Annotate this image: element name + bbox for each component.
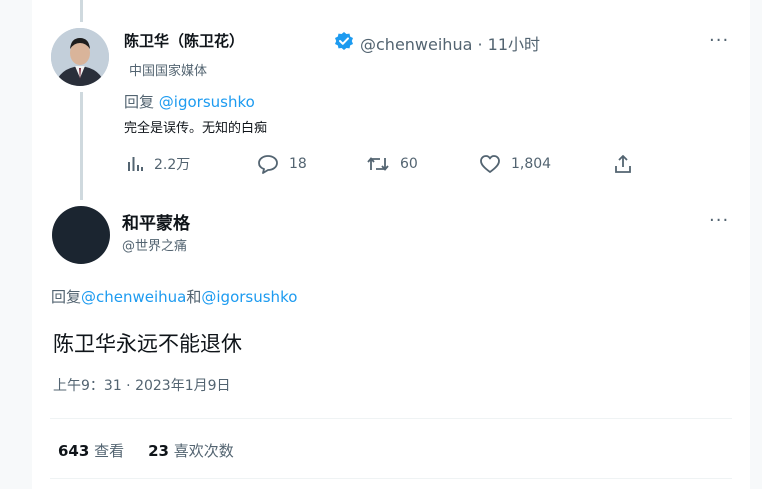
verified-badge-icon xyxy=(334,31,354,51)
parent-reply-context: 回复 @igorsushko xyxy=(124,91,255,112)
reply-mention-link[interactable]: @igorsushko xyxy=(159,93,255,111)
avatar-heping[interactable] xyxy=(52,206,110,264)
tweet-stats: 643 查看 23 喜欢次数 xyxy=(58,440,234,461)
share-icon xyxy=(615,155,631,173)
views-count: 2.2万 xyxy=(154,157,191,173)
reply-count: 18 xyxy=(289,156,307,172)
likes-stat[interactable]: 23 喜欢次数 xyxy=(148,442,234,460)
likes-stat-count: 23 xyxy=(148,442,169,460)
retweet-icon xyxy=(367,157,389,171)
parent-handle-time[interactable]: @chenweihua · 11小时 xyxy=(360,31,540,55)
divider xyxy=(50,418,732,419)
reply-prefix: 回复 xyxy=(124,93,155,111)
main-tweet-text: 陈卫华永远不能退休 xyxy=(53,332,242,356)
thread-line xyxy=(80,92,83,200)
reply-mention-chenweihua[interactable]: @chenweihua xyxy=(81,288,186,306)
likes-stat-label: 喜欢次数 xyxy=(173,442,234,460)
heart-icon xyxy=(480,155,500,173)
parent-tweet-text: 完全是误传。无知的白痴 xyxy=(124,121,268,136)
retweet-button[interactable]: 60 xyxy=(366,154,418,174)
reply-bubble-icon xyxy=(258,155,278,174)
views-button[interactable]: 2.2万 xyxy=(126,154,190,174)
tweet-timestamp[interactable]: 上午9：31 · 2023年1月9日 xyxy=(53,375,231,395)
more-options-icon[interactable]: ··· xyxy=(709,30,729,51)
main-reply-context: 回复@chenweihua和@igorsushko xyxy=(51,286,297,307)
parent-handle[interactable]: @chenweihua xyxy=(360,35,472,54)
avatar-portrait xyxy=(51,28,109,86)
divider-bottom xyxy=(50,478,732,479)
parent-display-name[interactable]: 陈卫华（陈卫花） xyxy=(124,30,244,51)
views-chart-icon xyxy=(128,157,143,171)
views-stat-label: 查看 xyxy=(94,442,125,460)
views-stat[interactable]: 643 查看 xyxy=(58,442,124,460)
retweet-count: 60 xyxy=(400,156,418,172)
main-reply-prefix: 回复 xyxy=(51,288,82,306)
like-count: 1,804 xyxy=(511,156,552,172)
more-options-icon-main[interactable]: ··· xyxy=(709,210,729,231)
thread-line-top xyxy=(80,0,83,22)
main-handle[interactable]: @世界之痛 xyxy=(122,235,187,254)
reply-button[interactable]: 18 xyxy=(257,154,307,174)
avatar-chenweihua[interactable] xyxy=(51,28,109,86)
parent-time-ago[interactable]: · 11小时 xyxy=(477,35,540,54)
reply-conjunction: 和 xyxy=(186,288,202,306)
views-stat-count: 643 xyxy=(58,442,90,460)
reply-mention-igorsushko[interactable]: @igorsushko xyxy=(201,288,297,306)
state-media-label: 中国国家媒体 xyxy=(129,64,208,79)
main-display-name[interactable]: 和平蒙格 xyxy=(122,209,190,234)
share-button[interactable] xyxy=(613,154,643,174)
like-button[interactable]: 1,804 xyxy=(479,154,551,174)
